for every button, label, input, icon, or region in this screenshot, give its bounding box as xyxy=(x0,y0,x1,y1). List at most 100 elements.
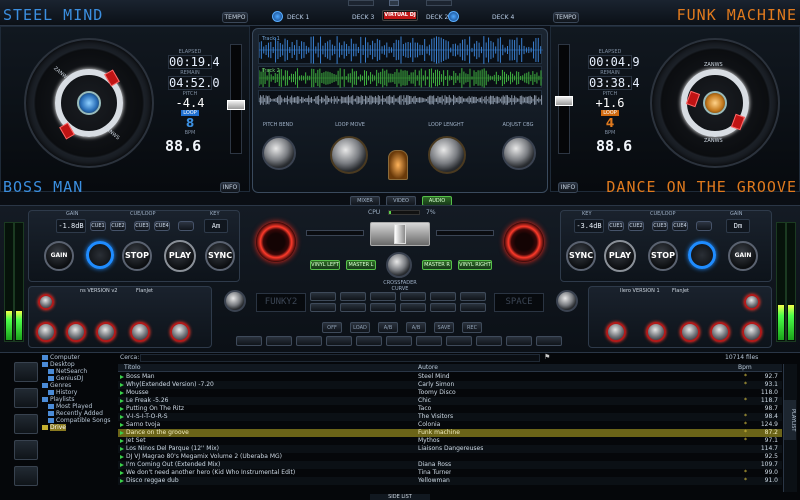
tree-item[interactable]: Most Played xyxy=(42,403,114,410)
right-fx-knob-4[interactable] xyxy=(680,322,700,342)
right-stop-button[interactable]: STOP xyxy=(648,241,678,271)
track-row[interactable]: V-I-S-I-T-O-R-S The Visitors * 98.4 xyxy=(118,413,782,421)
right-cue3-button[interactable]: CUE3 xyxy=(652,221,668,231)
sampler-slot[interactable] xyxy=(416,336,442,346)
track-row[interactable]: I'm Coming Out (Extended Mix) Diana Ross 1… xyxy=(118,461,782,469)
track-row[interactable]: Los Ninos Del Parque (12'' Mix) Liaisons … xyxy=(118,445,782,453)
track-row[interactable]: Boss Man Steel Mind * 92.7 xyxy=(118,373,782,381)
search-input[interactable] xyxy=(140,354,540,362)
browser-side-button-2[interactable] xyxy=(14,388,38,408)
sampler-pad[interactable] xyxy=(400,292,426,301)
deck2-label[interactable]: DECK 2 xyxy=(426,14,448,21)
tree-item[interactable]: Playlists xyxy=(42,396,114,403)
deck1-indicator-icon[interactable] xyxy=(272,11,283,22)
right-fx-knob-1[interactable] xyxy=(744,294,760,310)
left-cue5-button[interactable] xyxy=(178,221,194,231)
window-control-left[interactable] xyxy=(348,0,374,6)
left-cue4-button[interactable]: CUE4 xyxy=(154,221,170,231)
right-cue5-button[interactable] xyxy=(696,221,712,231)
left-fx-knob-5[interactable] xyxy=(130,322,150,342)
left-gain-knob[interactable]: GAIN xyxy=(44,241,74,271)
tree-item[interactable]: Computer xyxy=(42,354,114,361)
track-row[interactable]: Mousse Toomy Disco 118.0 xyxy=(118,389,782,397)
tree-item[interactable]: GeniusDJ xyxy=(42,375,114,382)
right-cue4-button[interactable]: CUE4 xyxy=(672,221,688,231)
window-control-right[interactable] xyxy=(426,0,452,6)
master-l-button[interactable]: MASTER L xyxy=(346,260,376,270)
search-options-icon[interactable]: ⚑ xyxy=(544,353,550,361)
track-row[interactable]: Disco reggae dub Yellowman * 91.0 xyxy=(118,477,782,485)
track-row[interactable]: We don't need another hero (Kid Who Inst… xyxy=(118,469,782,477)
track-row[interactable]: Sarno tvoja Colonia * 124.9 xyxy=(118,421,782,429)
tree-item[interactable]: Drive xyxy=(42,424,114,431)
sampler-pad[interactable] xyxy=(430,292,456,301)
left-cue3-button[interactable]: CUE3 xyxy=(134,221,150,231)
tempo-right-button[interactable]: TEMPO xyxy=(553,12,579,23)
loop-move-knob[interactable] xyxy=(330,136,368,174)
waveform-lane-2[interactable] xyxy=(258,66,543,88)
playlist-side-tab[interactable]: PLAYLIST xyxy=(784,400,796,440)
vinyl-left-button[interactable]: VINYL LEFT xyxy=(310,260,340,270)
sampler-slot[interactable] xyxy=(536,336,562,346)
right-fx-knob-6[interactable] xyxy=(742,322,762,342)
track-row[interactable]: Why(Extended Version) -7.20 Carly Simon * 9… xyxy=(118,381,782,389)
sampler-pad[interactable] xyxy=(340,303,366,312)
menu-toggle-icon[interactable] xyxy=(389,0,399,6)
waveform-lane-1[interactable] xyxy=(258,34,543,64)
deck2-indicator-icon[interactable] xyxy=(448,11,459,22)
track-row[interactable]: DJ VJ Magrao 80's Megamix Volume 2 (Uber… xyxy=(118,453,782,461)
sampler-pad[interactable] xyxy=(430,303,456,312)
tree-item[interactable]: Recently Added xyxy=(42,410,114,417)
sampler-pad[interactable] xyxy=(310,303,336,312)
right-pitch-slider-handle[interactable] xyxy=(555,96,573,106)
col-artist[interactable]: Autore xyxy=(418,364,438,372)
sampler-pad[interactable] xyxy=(460,292,486,301)
sampler-save-button[interactable]: SAVE xyxy=(434,322,454,333)
deck3-label[interactable]: DECK 3 xyxy=(352,14,374,21)
track-row[interactable]: Dance on the groove Funk machine * 87.2 xyxy=(118,429,782,437)
right-gain-knob[interactable]: GAIN xyxy=(728,241,758,271)
left-stop-button[interactable]: STOP xyxy=(122,241,152,271)
browser-side-button-4[interactable] xyxy=(14,440,38,460)
sampler-ab-button[interactable]: A/B xyxy=(378,322,398,333)
left-filter-knob[interactable] xyxy=(86,241,114,269)
browser-side-button-1[interactable] xyxy=(14,362,38,382)
sampler-pad[interactable] xyxy=(400,303,426,312)
side-list-tab[interactable]: SIDE LIST xyxy=(370,494,430,500)
browser-side-button-3[interactable] xyxy=(14,414,38,434)
track-row[interactable]: Jet Set Mythos * 97.1 xyxy=(118,437,782,445)
tree-item[interactable]: History xyxy=(42,389,114,396)
sampler-slot[interactable] xyxy=(476,336,502,346)
track-row[interactable]: Putting On The Ritz Taco 98.7 xyxy=(118,405,782,413)
right-cue1-button[interactable]: CUE1 xyxy=(608,221,624,231)
sampler-pad[interactable] xyxy=(370,292,396,301)
sampler-slot[interactable] xyxy=(506,336,532,346)
tree-item[interactable]: Desktop xyxy=(42,361,114,368)
tree-item[interactable]: NetSearch xyxy=(42,368,114,375)
right-sync-button[interactable]: SYNC xyxy=(566,241,596,271)
sampler-slot[interactable] xyxy=(326,336,352,346)
left-play-button[interactable]: PLAY xyxy=(164,240,196,272)
sampler-slot[interactable] xyxy=(446,336,472,346)
sampler-pad[interactable] xyxy=(340,292,366,301)
sampler-slot[interactable] xyxy=(236,336,262,346)
right-fx-knob-5[interactable] xyxy=(710,322,730,342)
left-info-button[interactable]: INFO xyxy=(220,182,240,193)
browser-side-button-5[interactable] xyxy=(14,466,38,486)
right-play-button[interactable]: PLAY xyxy=(604,240,636,272)
crossfader-handle[interactable] xyxy=(394,224,406,244)
right-fx-knob-3[interactable] xyxy=(646,322,666,342)
tree-item[interactable]: Compatible Songs xyxy=(42,417,114,424)
sampler-rec-button[interactable]: REC xyxy=(462,322,482,333)
left-sync-button[interactable]: SYNC xyxy=(205,241,235,271)
sampler-load-button[interactable]: LOAD xyxy=(350,322,370,333)
left-pitch-slider-handle[interactable] xyxy=(227,100,245,110)
left-jog-ring[interactable] xyxy=(256,222,296,262)
left-fx-knob-3[interactable] xyxy=(66,322,86,342)
waveform-overview[interactable] xyxy=(258,90,543,105)
track-row[interactable]: Le Freak -5.26 Chic * 118.7 xyxy=(118,397,782,405)
crossfader-curve-knob[interactable] xyxy=(386,252,412,278)
sampler-slot[interactable] xyxy=(266,336,292,346)
adjust-cbg-knob[interactable] xyxy=(502,136,536,170)
master-r-button[interactable]: MASTER R xyxy=(422,260,452,270)
